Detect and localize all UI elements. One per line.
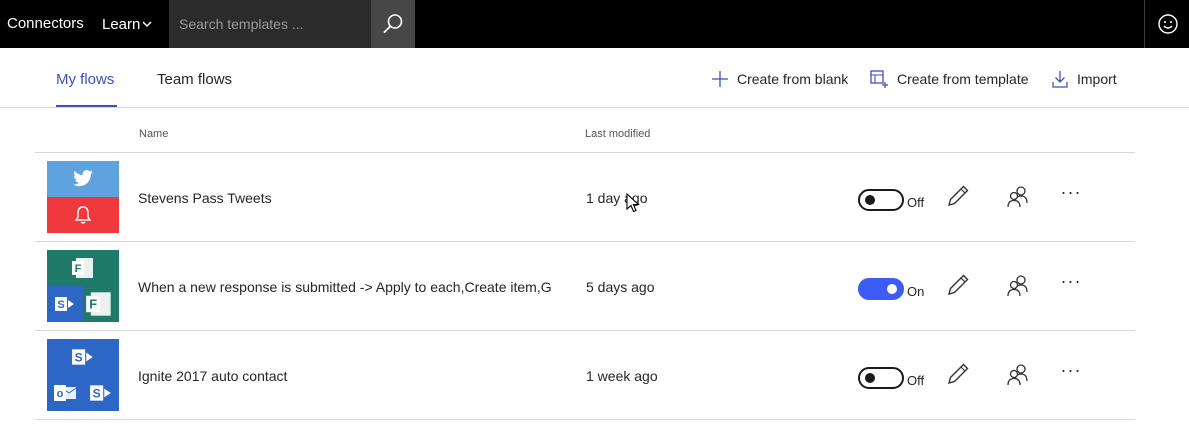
top-navigation-bar: Connectors Learn [0,0,1189,48]
learn-menu[interactable]: Learn [102,15,152,34]
sharepoint-icon: S [71,345,95,374]
share-button[interactable] [1005,184,1031,210]
flows-tab-bar: My flows Team flows Create from blank Cr… [0,48,1189,108]
chevron-down-icon [142,15,152,33]
flow-thumbnail: F S F [47,250,119,322]
learn-label: Learn [102,16,141,33]
toggle-state-label: Off [907,373,925,388]
more-options-icon[interactable]: ··· [1059,272,1083,296]
more-options-icon[interactable]: ··· [1059,361,1083,385]
edit-button[interactable] [945,361,971,387]
table-row[interactable]: F S F When a new response is submitted -… [35,242,1135,331]
svg-text:F: F [75,263,82,275]
pencil-icon [948,185,969,206]
search-button[interactable] [371,0,415,48]
toggle-knob [887,284,897,294]
download-icon [1052,71,1068,88]
forms-icon: F [85,290,113,322]
template-icon [870,70,888,88]
share-button[interactable] [1005,362,1031,388]
toggle-knob [865,373,875,383]
svg-text:o: o [57,388,64,400]
flow-name[interactable]: Stevens Pass Tweets [138,190,552,206]
create-from-template-button[interactable]: Create from template [870,70,1029,88]
tab-team-flows[interactable]: Team flows [157,71,232,89]
flow-last-modified: 5 days ago [586,279,655,295]
table-row[interactable]: Stevens Pass Tweets 1 day ago Off ··· [35,153,1135,242]
flow-name[interactable]: When a new response is submitted -> Appl… [138,279,552,295]
people-icon [1007,275,1028,297]
flow-thumbnail [47,161,119,233]
flow-toggle[interactable] [858,367,904,389]
sharepoint-icon: S [89,381,113,410]
pencil-icon [948,363,969,384]
toggle-knob [865,195,875,205]
notification-bell-icon [47,197,119,233]
last-modified-column-header[interactable]: Last modified [585,128,650,140]
active-tab-indicator [56,105,117,107]
flow-toggle[interactable] [858,278,904,300]
search-icon [383,14,403,34]
flow-last-modified: 1 week ago [586,368,658,384]
name-column-header[interactable]: Name [139,128,168,140]
tab-my-flows[interactable]: My flows [56,71,114,89]
edit-button[interactable] [945,272,971,298]
plus-icon [712,71,728,87]
svg-text:S: S [75,350,83,364]
smiley-icon [1158,14,1178,34]
svg-text:S: S [57,299,64,311]
search-input[interactable] [169,0,371,48]
flow-name[interactable]: Ignite 2017 auto contact [138,368,552,384]
forms-icon: F [71,256,95,285]
more-options-icon[interactable]: ··· [1059,183,1083,207]
pencil-icon [948,274,969,295]
outlook-icon: o [53,381,77,410]
import-label: Import [1077,71,1117,87]
toggle-state-label: Off [907,195,925,210]
create-from-blank-label: Create from blank [737,71,849,87]
share-button[interactable] [1005,273,1031,299]
svg-text:S: S [93,386,101,400]
flow-toggle[interactable] [858,189,904,211]
sharepoint-icon: S [47,286,83,322]
people-icon [1007,186,1028,208]
mouse-cursor-icon [626,192,640,218]
topbar-divider [1144,0,1145,48]
import-button[interactable]: Import [1052,70,1117,88]
create-from-blank-button[interactable]: Create from blank [712,70,848,88]
svg-text:F: F [89,297,97,312]
people-icon [1007,364,1028,386]
create-from-template-label: Create from template [897,71,1029,87]
connectors-link[interactable]: Connectors [7,15,84,33]
search-box [169,0,415,48]
flow-thumbnail: S o S [47,339,119,411]
toggle-state-label: On [907,284,925,299]
edit-button[interactable] [945,183,971,209]
feedback-button[interactable] [1157,13,1179,35]
table-row[interactable]: S o S Ignite 2017 auto contact 1 week ag… [35,331,1135,420]
twitter-icon [47,161,119,197]
